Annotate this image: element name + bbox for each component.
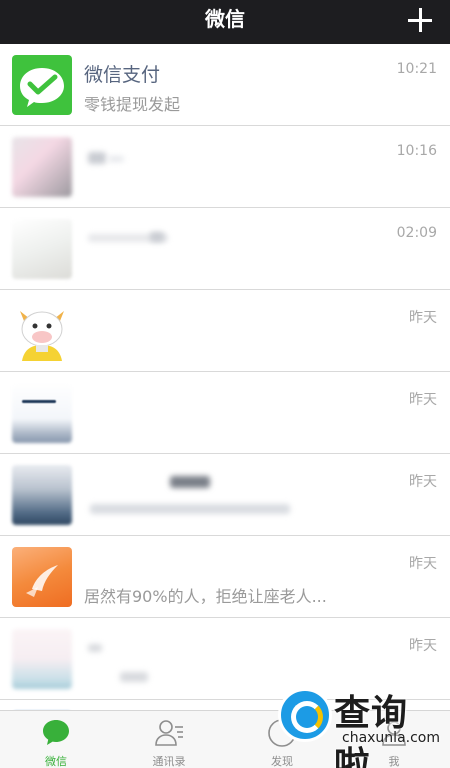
chat-list[interactable]: 微信支付 零钱提现发起 10:21 10:16 02:09 昨天 昨天 昨天 居… [0,44,450,710]
blurred-avatar [12,629,72,689]
chat-bubble-icon [43,720,69,745]
chat-time: 昨天 [409,556,437,572]
chat-time: 昨天 [409,310,437,326]
chat-preview: 居然有90%的人，拒绝让座老人... [84,587,327,606]
blurred-avatar [12,219,72,279]
blurred-avatar [12,465,72,525]
tab-label: 发现 [271,755,293,768]
chat-item[interactable]: 昨天 [0,454,450,536]
tab-wechat[interactable]: 微信 [0,711,112,768]
chat-time: 昨天 [409,638,437,654]
chat-item[interactable]: 昨天 [0,290,450,372]
page-title: 微信 [205,7,245,31]
chat-item[interactable]: 居然有90%的人，拒绝让座老人... 昨天 [0,536,450,618]
chat-name: 微信支付 [84,64,161,86]
blurred-name [170,476,210,488]
watermark-title: 查询啦 [334,693,409,768]
chat-item[interactable]: 10:16 [0,126,450,208]
blurred-name [88,644,102,652]
chat-time: 10:21 [396,61,437,77]
tab-label: 通讯录 [152,755,186,768]
chat-time: 昨天 [409,474,437,490]
watermark-logo-icon [278,688,332,742]
blurred-detail [22,400,56,403]
chat-time: 昨天 [409,392,437,408]
chat-time: 02:09 [396,225,437,241]
chat-preview: 零钱提现发起 [84,95,181,114]
blurred-name [108,156,124,162]
tab-label: 微信 [45,755,67,768]
chat-item[interactable]: 昨天 [0,372,450,454]
chat-item-wechat-pay[interactable]: 微信支付 零钱提现发起 10:21 [0,44,450,126]
blurred-name [150,232,164,242]
chat-time: 10:16 [396,143,437,159]
cartoon-cow-avatar [12,301,72,361]
blurred-name [88,152,106,164]
blurred-preview [120,672,148,682]
blurred-avatar [12,383,72,443]
contacts-icon [155,720,183,746]
tab-contacts[interactable]: 通讯录 [113,711,225,768]
orange-app-avatar [12,547,72,607]
blurred-avatar [12,137,72,197]
plus-icon[interactable] [404,4,436,36]
chat-item[interactable]: 02:09 [0,208,450,290]
blurred-preview [90,504,290,514]
watermark: 查询啦 chaxunla.com [272,684,444,768]
wechat-pay-icon [12,55,72,115]
top-navigation-bar: 微信 [0,0,450,44]
watermark-url: chaxunla.com [342,730,440,746]
